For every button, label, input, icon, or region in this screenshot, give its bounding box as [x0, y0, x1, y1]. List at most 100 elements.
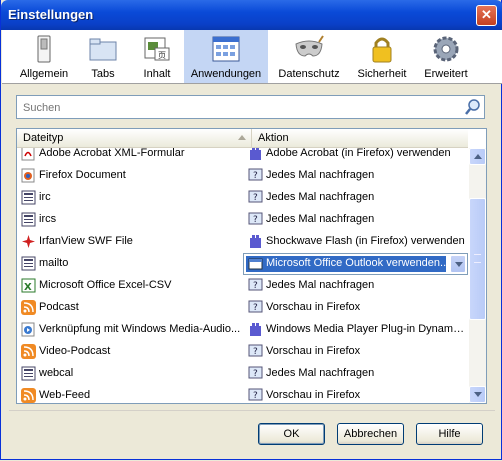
ok-button[interactable]: OK — [258, 423, 325, 445]
lock-icon — [372, 37, 392, 63]
action-label: Jedes Mal nachfragen — [266, 367, 375, 379]
tab-datenschutz[interactable]: Datenschutz — [272, 30, 346, 83]
list-item[interactable]: Podcast ? Vorschau in Firefox — [17, 297, 468, 319]
file-type-label: Video-Podcast — [39, 345, 111, 357]
file-type-label: Firefox Document — [39, 169, 126, 181]
ask-icon: ? — [248, 278, 263, 291]
grip-icon — [474, 254, 481, 263]
dropdown-selected-value: Microsoft Office Outlook verwenden... — [246, 256, 450, 272]
column-header-dateityp[interactable]: Dateityp — [17, 129, 252, 147]
file-type-label: irc — [39, 191, 51, 203]
action-label: Adobe Acrobat (in Firefox) verwenden — [266, 148, 451, 159]
scrollbar-thumb[interactable] — [469, 198, 486, 320]
outlook-icon — [248, 258, 263, 270]
feed-icon — [21, 300, 36, 315]
action-label: Vorschau in Firefox — [266, 301, 361, 313]
search-input[interactable] — [21, 99, 455, 116]
tab-label: Datenschutz — [278, 68, 340, 80]
file-type-label: Microsoft Office Excel-CSV — [39, 279, 172, 291]
ask-icon: ? — [248, 366, 263, 379]
svg-text:页: 页 — [158, 51, 166, 60]
window-title: Einstellungen — [8, 7, 94, 22]
svg-text:?: ? — [253, 171, 258, 181]
tab-inhalt[interactable]: 页 Inhalt — [132, 30, 182, 83]
action-label: Microsoft Office Outlook verwenden... — [266, 257, 450, 269]
file-type-label: Verknüpfung mit Windows Media-Audio... — [39, 323, 241, 335]
file-type-label: Adobe Acrobat XML-Formular — [39, 148, 185, 159]
list-item[interactable]: Web-Feed ? Vorschau in Firefox — [17, 385, 468, 403]
plugin-icon — [250, 235, 261, 248]
list-item[interactable]: ircs ? Jedes Mal nachfragen — [17, 209, 468, 231]
search-icon[interactable] — [464, 98, 482, 116]
tab-allgemein[interactable]: Allgemein — [14, 30, 74, 83]
plugin-icon — [250, 323, 261, 336]
file-type-label: Podcast — [39, 301, 79, 313]
title-bar: Einstellungen ✕ — [1, 0, 502, 30]
file-type-label: IrfanView SWF File — [39, 235, 133, 247]
svg-text:?: ? — [253, 391, 258, 401]
preferences-toolbar: Allgemein Tabs 页 Inhalt Anwendungen Date… — [2, 30, 502, 84]
svg-text:?: ? — [253, 215, 258, 225]
gear-icon — [433, 36, 459, 62]
svg-text:?: ? — [253, 369, 258, 379]
firefox-icon — [21, 168, 35, 183]
tab-label: Inhalt — [143, 68, 171, 80]
action-label: Jedes Mal nachfragen — [266, 213, 375, 225]
svg-text:?: ? — [253, 347, 258, 357]
tab-label: Allgemein — [19, 68, 69, 80]
list-item[interactable]: IrfanView SWF File Shockwave Flash (in F… — [17, 231, 468, 253]
list-item[interactable]: Adobe Acrobat XML-Formular Adobe Acrobat… — [17, 148, 468, 165]
list-item[interactable]: webcal ? Jedes Mal nachfragen — [17, 363, 468, 385]
tab-tabs[interactable]: Tabs — [78, 30, 128, 83]
file-type-label: Web-Feed — [39, 389, 91, 401]
column-header-aktion[interactable]: Aktion — [252, 129, 468, 147]
list-item[interactable]: Firefox Document ? Jedes Mal nachfragen — [17, 165, 468, 187]
file-type-label: webcal — [39, 367, 74, 379]
irfanview-icon — [22, 235, 35, 248]
tab-label: Erweitert — [424, 68, 468, 80]
tab-erweitert[interactable]: Erweitert — [416, 30, 476, 83]
close-button[interactable]: ✕ — [476, 5, 497, 26]
action-label: Jedes Mal nachfragen — [266, 169, 375, 181]
svg-text:?: ? — [253, 281, 258, 291]
file-type-label: ircs — [39, 213, 57, 225]
ask-icon: ? — [248, 168, 263, 181]
excel-icon: X — [21, 278, 36, 293]
tab-label: Sicherheit — [357, 68, 407, 80]
plugin-icon — [250, 148, 261, 160]
list-item[interactable]: Video-Podcast ? Vorschau in Firefox — [17, 341, 468, 363]
action-label: Vorschau in Firefox — [266, 389, 361, 401]
action-dropdown[interactable]: Microsoft Office Outlook verwenden... — [243, 253, 468, 275]
sort-ascending-icon — [238, 135, 246, 140]
ask-icon: ? — [248, 388, 263, 401]
action-label: Jedes Mal nachfragen — [266, 279, 375, 291]
action-label: Windows Media Player Plug-in Dynamic ... — [266, 323, 466, 335]
list-item[interactable]: X Microsoft Office Excel-CSV ? Jedes Mal… — [17, 275, 468, 297]
content-icon: 页 — [144, 37, 170, 61]
svg-text:?: ? — [253, 193, 258, 203]
vertical-scrollbar[interactable] — [469, 148, 486, 403]
list-item[interactable]: irc ? Jedes Mal nachfragen — [17, 187, 468, 209]
file-type-list: Dateityp Aktion Adobe Acrobat XML-Formul… — [16, 128, 487, 404]
ask-icon: ? — [248, 212, 263, 225]
scroll-down-button[interactable] — [469, 386, 486, 403]
tab-label: Tabs — [91, 68, 115, 80]
folder-icon — [89, 38, 117, 61]
tab-sicherheit[interactable]: Sicherheit — [352, 30, 412, 83]
list-header: Dateityp Aktion — [17, 129, 468, 148]
list-item-selected[interactable]: mailto Microsoft Office Outlook verwende… — [17, 253, 468, 275]
tab-label: Anwendungen — [190, 68, 262, 80]
chevron-down-icon[interactable] — [450, 255, 466, 273]
feed-icon — [21, 344, 36, 359]
svg-text:X: X — [24, 282, 32, 293]
help-button[interactable]: Hilfe — [416, 423, 483, 445]
cancel-button[interactable]: Abbrechen — [337, 423, 404, 445]
mask-icon — [295, 35, 324, 57]
svg-text:?: ? — [253, 303, 258, 313]
ask-icon: ? — [248, 300, 263, 313]
ask-icon: ? — [248, 344, 263, 357]
list-item[interactable]: Verknüpfung mit Windows Media-Audio... W… — [17, 319, 468, 341]
applications-icon — [212, 36, 240, 62]
scroll-up-button[interactable] — [469, 148, 486, 165]
tab-anwendungen[interactable]: Anwendungen — [184, 30, 268, 83]
